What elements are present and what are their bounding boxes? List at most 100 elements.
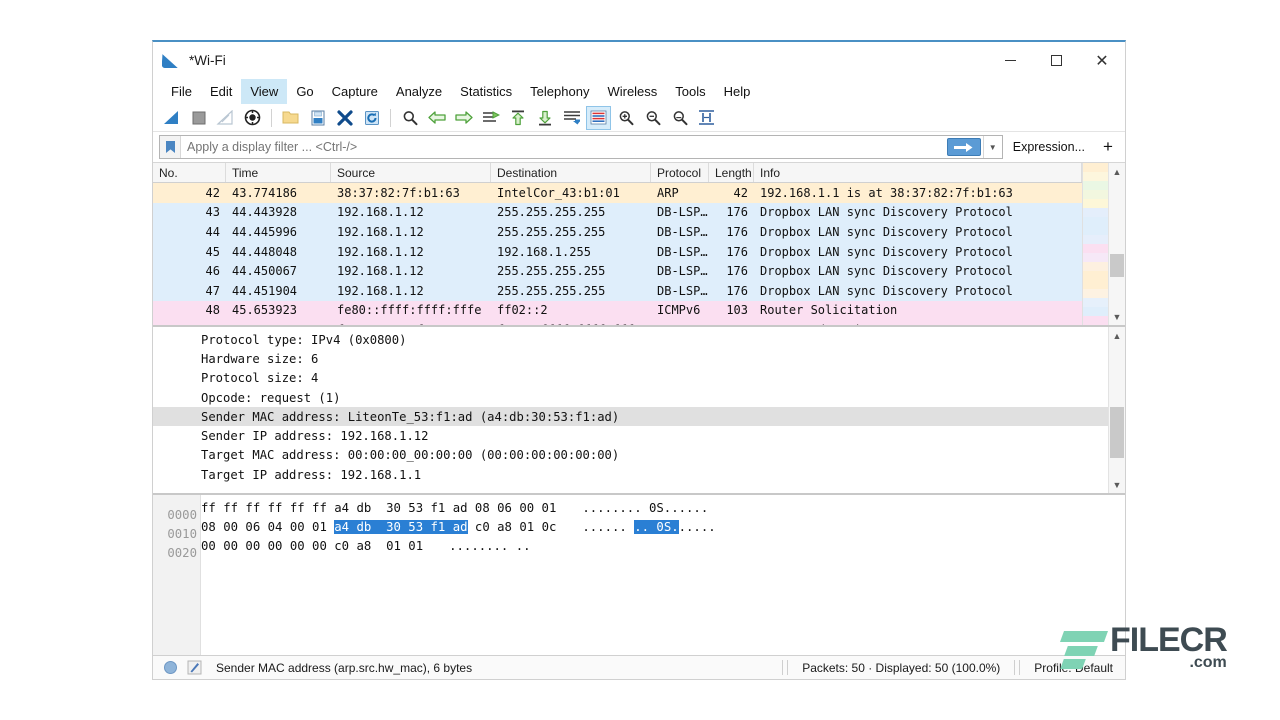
packet-cell-no: 42	[153, 186, 226, 200]
detail-row[interactable]: Target MAC address: 00:00:00_00:00:00 (0…	[153, 446, 1108, 465]
chevron-down-icon[interactable]: ▼	[983, 136, 1002, 158]
search-input[interactable]	[181, 136, 945, 158]
packet-row[interactable]: 4744.451904192.168.1.12255.255.255.255DB…	[153, 281, 1082, 301]
go-first-packet-icon[interactable]	[505, 106, 530, 130]
scroll-down-arrow-icon[interactable]: ▼	[1109, 308, 1125, 325]
column-header-destination[interactable]: Destination	[491, 163, 651, 182]
menu-help[interactable]: Help	[715, 79, 760, 104]
packet-cell-source: 192.168.1.12	[331, 225, 491, 239]
packet-row[interactable]: 4344.443928192.168.1.12255.255.255.255DB…	[153, 203, 1082, 223]
detail-row[interactable]: Protocol size: 4	[153, 369, 1108, 388]
column-header-length[interactable]: Length	[709, 163, 754, 182]
menu-go[interactable]: Go	[287, 79, 322, 104]
menu-analyze[interactable]: Analyze	[387, 79, 451, 104]
packet-row[interactable]: 4945.746010fe80::8000:f227::10fe80::ffff…	[153, 320, 1082, 325]
apply-filter-arrow-icon[interactable]	[947, 138, 981, 156]
stop-capture-icon[interactable]	[186, 106, 211, 130]
column-header-no[interactable]: No.	[153, 163, 226, 182]
scrollbar-track[interactable]	[1109, 180, 1125, 308]
expert-info-pencil-icon[interactable]	[187, 660, 202, 675]
packet-row[interactable]: 4444.445996192.168.1.12255.255.255.255DB…	[153, 222, 1082, 242]
detail-scrollbar-thumb[interactable]	[1110, 407, 1124, 457]
packet-cell-no: 47	[153, 284, 226, 298]
column-header-source[interactable]: Source	[331, 163, 491, 182]
zoom-in-icon[interactable]	[613, 106, 638, 130]
colorize-packets-icon[interactable]	[586, 106, 611, 130]
menu-capture[interactable]: Capture	[323, 79, 387, 104]
detail-scroll-down-arrow-icon[interactable]: ▼	[1109, 476, 1125, 493]
hex-ascii: ........ ..	[449, 539, 530, 553]
filter-expression-button[interactable]: Expression...	[1003, 135, 1095, 159]
main-toolbar	[153, 104, 1125, 132]
detail-row[interactable]: Sender IP address: 192.168.1.12	[153, 426, 1108, 445]
go-to-packet-icon[interactable]	[478, 106, 503, 130]
packet-cell-time: 44.443928	[226, 205, 331, 219]
packet-cell-time: 45.653923	[226, 303, 331, 317]
detail-row[interactable]: Hardware size: 6	[153, 349, 1108, 368]
menu-file[interactable]: File	[162, 79, 201, 104]
reload-file-icon[interactable]	[359, 106, 384, 130]
close-button[interactable]: ✕	[1079, 42, 1125, 79]
start-capture-icon[interactable]	[159, 106, 184, 130]
packets-count-text: Packets: 50 · Displayed: 50 (100.0%)	[790, 661, 1012, 675]
packet-list-scrollbar[interactable]: ▲ ▼	[1108, 163, 1125, 325]
column-header-info[interactable]: Info	[754, 163, 1082, 182]
hex-bytes-highlighted: a4 db 30 53 f1 ad	[334, 520, 467, 534]
packet-row[interactable]: 4644.450067192.168.1.12255.255.255.255DB…	[153, 261, 1082, 281]
packet-rows-container: 4243.77418638:37:82:7f:b1:63IntelCor_43:…	[153, 183, 1082, 325]
detail-row[interactable]: Sender MAC address: LiteonTe_53:f1:ad (a…	[153, 407, 1108, 426]
menu-tools[interactable]: Tools	[666, 79, 714, 104]
hex-row[interactable]: 002000 00 00 00 00 00 c0 a8 01 01.......…	[201, 537, 1125, 556]
filter-input-group: ▼	[159, 135, 1003, 159]
add-filter-button[interactable]: +	[1095, 135, 1121, 159]
go-last-packet-icon[interactable]	[532, 106, 557, 130]
capture-status-circle[interactable]	[164, 661, 177, 674]
detail-row[interactable]: Opcode: request (1)	[153, 388, 1108, 407]
menu-edit[interactable]: Edit	[201, 79, 241, 104]
go-back-icon[interactable]	[424, 106, 449, 130]
menu-view[interactable]: View	[241, 79, 287, 104]
detail-row[interactable]: Protocol type: IPv4 (0x0800)	[153, 330, 1108, 349]
wireshark-fin-icon	[162, 53, 180, 69]
hex-ascii-group: ........ 0S......	[582, 501, 708, 515]
hex-row[interactable]: 001008 00 06 04 00 01 a4 db 30 53 f1 ad …	[201, 517, 1125, 536]
profile-text[interactable]: Profile: Default	[1022, 661, 1125, 675]
detail-row[interactable]: Target IP address: 192.168.1.1	[153, 465, 1108, 484]
hex-dump-body[interactable]: 0000ff ff ff ff ff ff a4 db 30 53 f1 ad …	[201, 495, 1125, 655]
auto-scroll-icon[interactable]	[559, 106, 584, 130]
find-packet-icon[interactable]	[397, 106, 422, 130]
column-header-time[interactable]: Time	[226, 163, 331, 182]
save-file-icon[interactable]	[305, 106, 330, 130]
packet-row[interactable]: 4544.448048192.168.1.12192.168.1.255DB-L…	[153, 242, 1082, 262]
packet-cell-no: 45	[153, 245, 226, 259]
menu-statistics[interactable]: Statistics	[451, 79, 521, 104]
detail-scroll-up-arrow-icon[interactable]: ▲	[1109, 327, 1125, 344]
capture-options-icon[interactable]	[240, 106, 265, 130]
detail-scrollbar-track[interactable]	[1109, 344, 1125, 476]
restart-capture-icon[interactable]	[213, 106, 238, 130]
normal-size-icon[interactable]	[667, 106, 692, 130]
scroll-up-arrow-icon[interactable]: ▲	[1109, 163, 1125, 180]
zoom-out-icon[interactable]	[640, 106, 665, 130]
packet-details-scrollbar[interactable]: ▲ ▼	[1108, 327, 1125, 493]
packet-row[interactable]: 4845.653923fe80::ffff:ffff:fffeff02::2IC…	[153, 301, 1082, 321]
packet-cell-info: Dropbox LAN sync Discovery Protocol	[754, 205, 1082, 219]
packet-cell-protocol: ARP	[651, 186, 709, 200]
minimap-segment	[1083, 307, 1108, 316]
intelligent-scrollbar-minimap[interactable]	[1082, 163, 1108, 325]
go-forward-icon[interactable]	[451, 106, 476, 130]
resize-columns-icon[interactable]	[694, 106, 719, 130]
bookmark-icon[interactable]	[160, 136, 181, 158]
maximize-button[interactable]	[1033, 42, 1079, 79]
hex-row[interactable]: 0000ff ff ff ff ff ff a4 db 30 53 f1 ad …	[201, 498, 1125, 517]
hex-ascii-highlighted: .. 0S.	[634, 520, 678, 534]
menu-wireless[interactable]: Wireless	[598, 79, 666, 104]
menu-telephony[interactable]: Telephony	[521, 79, 598, 104]
close-file-icon[interactable]	[332, 106, 357, 130]
hex-ascii-group: ...... .. 0S......	[582, 520, 715, 534]
minimize-button[interactable]	[987, 42, 1033, 79]
open-file-icon[interactable]	[278, 106, 303, 130]
packet-row[interactable]: 4243.77418638:37:82:7f:b1:63IntelCor_43:…	[153, 183, 1082, 203]
column-header-protocol[interactable]: Protocol	[651, 163, 709, 182]
scrollbar-thumb[interactable]	[1110, 254, 1124, 277]
